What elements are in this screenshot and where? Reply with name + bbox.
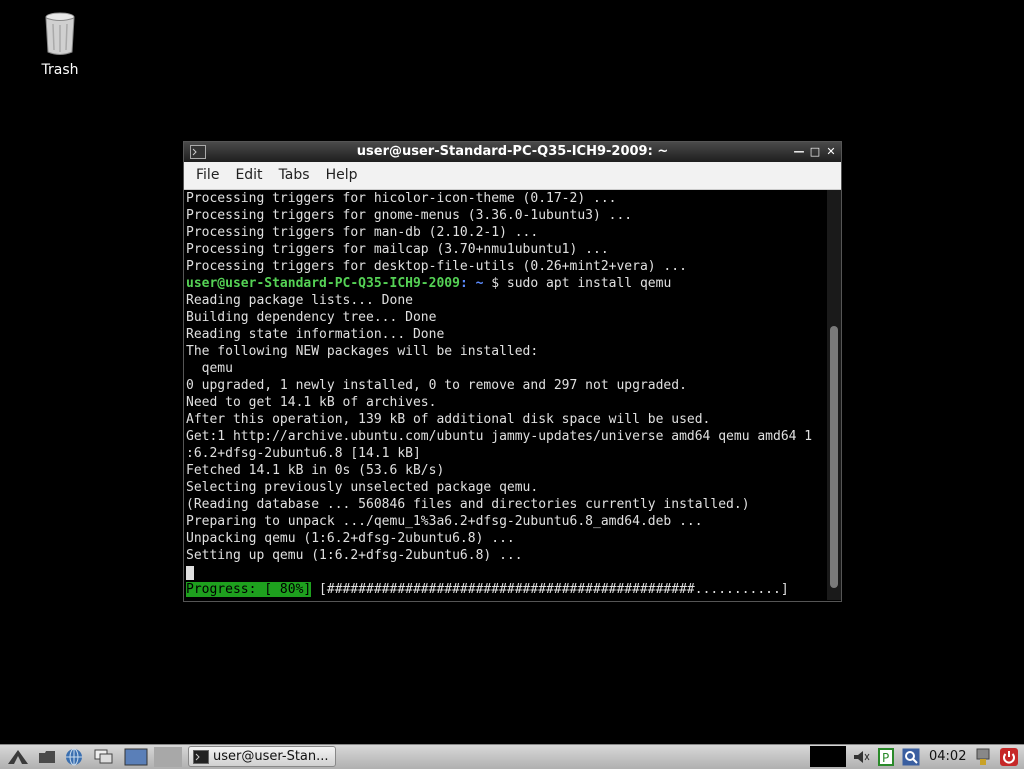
- cursor-line: [186, 564, 829, 581]
- window-switcher-button[interactable]: [92, 747, 116, 767]
- terminal-line: Processing triggers for man-db (2.10.2-1…: [186, 225, 539, 240]
- package-updates-button[interactable]: P: [876, 747, 896, 767]
- terminal-line: Preparing to unpack .../qemu_1%3a6.2+dfs…: [186, 514, 703, 529]
- terminal-line: Selecting previously unselected package …: [186, 480, 539, 495]
- taskbar-task-label: user@user-Stan...: [213, 749, 329, 764]
- prompt-user-host: user@user-Standard-PC-Q35-ICH9-2009: [186, 276, 460, 291]
- prompt-path: : ~: [459, 276, 484, 291]
- desktop-icon: [124, 748, 148, 766]
- logout-button[interactable]: [998, 747, 1020, 767]
- update-manager-icon: P: [878, 748, 894, 766]
- terminal-line: Processing triggers for desktop-file-uti…: [186, 259, 687, 274]
- minimize-button[interactable]: —: [791, 142, 807, 162]
- file-manager-button[interactable]: [36, 747, 58, 767]
- terminal-output[interactable]: Processing triggers for hicolor-icon-the…: [184, 190, 829, 600]
- terminal-scrollbar[interactable]: [827, 190, 841, 600]
- volume-button[interactable]: [850, 747, 872, 767]
- prompt-symbol: $: [483, 276, 507, 291]
- cpu-monitor-graph[interactable]: [810, 746, 846, 767]
- taskbar: user@user-Stan... P 04:02: [0, 744, 1024, 769]
- prompt-line: user@user-Standard-PC-Q35-ICH9-2009: ~ $…: [186, 275, 829, 292]
- taskbar-clock[interactable]: 04:02: [929, 745, 966, 769]
- scrollbar-thumb[interactable]: [830, 326, 838, 588]
- menu-edit[interactable]: Edit: [227, 162, 270, 189]
- terminal-line: Fetched 14.1 kB in 0s (53.6 kB/s): [186, 463, 445, 478]
- window-titlebar[interactable]: user@user-Standard-PC-Q35-ICH9-2009: ~ —…: [184, 142, 841, 162]
- terminal-app-icon: [190, 145, 206, 166]
- windows-icon: [94, 749, 113, 764]
- maximize-button[interactable]: □: [807, 142, 823, 162]
- lock-screen-icon: [976, 748, 990, 765]
- search-icon: [902, 748, 920, 766]
- trash-icon: [45, 12, 75, 55]
- terminal-line: The following NEW packages will be insta…: [186, 344, 539, 359]
- svg-text:P: P: [882, 751, 889, 765]
- terminal-line: Processing triggers for hicolor-icon-the…: [186, 191, 617, 206]
- progress-label: Progress: [ 80%]: [186, 582, 312, 597]
- terminal-line: Reading package lists... Done: [186, 293, 413, 308]
- web-browser-button[interactable]: [62, 747, 86, 767]
- terminal-line: 0 upgraded, 1 newly installed, 0 to remo…: [186, 378, 687, 393]
- terminal-line: After this operation, 139 kB of addition…: [186, 412, 711, 427]
- terminal-line: Unpacking qemu (1:6.2+dfsg-2ubuntu6.8) .…: [186, 531, 515, 546]
- screen-lock-button[interactable]: [972, 747, 994, 767]
- terminal-line: Get:1 http://archive.ubuntu.com/ubuntu j…: [186, 429, 813, 444]
- prompt-command: sudo apt install qemu: [506, 276, 672, 291]
- window-title: user@user-Standard-PC-Q35-ICH9-2009: ~: [356, 144, 669, 159]
- terminal-line: Reading state information... Done: [186, 327, 445, 342]
- terminal-line: Setting up qemu (1:6.2+dfsg-2ubuntu6.8) …: [186, 548, 523, 563]
- terminal-task-icon: [193, 749, 209, 764]
- desktop-icon-trash[interactable]: Trash: [30, 12, 90, 78]
- folder-icon: [39, 751, 55, 763]
- menu-tabs[interactable]: Tabs: [271, 162, 318, 189]
- workspace-switcher[interactable]: [154, 747, 182, 767]
- menu-file[interactable]: File: [188, 162, 227, 189]
- terminal-line: Processing triggers for gnome-menus (3.3…: [186, 208, 633, 223]
- text-cursor: [186, 565, 194, 580]
- start-menu-button[interactable]: [4, 747, 32, 767]
- progress-bar: [#######################################…: [311, 582, 789, 597]
- globe-icon: [66, 748, 82, 766]
- menu-bar: File Edit Tabs Help: [184, 162, 841, 190]
- taskbar-terminal-task[interactable]: user@user-Stan...: [188, 746, 336, 767]
- speaker-icon: [854, 751, 870, 763]
- terminal-line: Building dependency tree... Done: [186, 310, 437, 325]
- terminal-line: qemu: [186, 361, 233, 376]
- progress-line: Progress: [ 80%] [######################…: [186, 581, 789, 598]
- terminal-line: (Reading database ... 560846 files and d…: [186, 497, 750, 512]
- terminal-line: Processing triggers for mailcap (3.70+nm…: [186, 242, 609, 257]
- desktop-icon-label: Trash: [41, 62, 79, 78]
- terminal-line: Need to get 14.1 kB of archives.: [186, 395, 437, 410]
- power-icon: [1000, 748, 1018, 766]
- terminal-window[interactable]: user@user-Standard-PC-Q35-ICH9-2009: ~ —…: [183, 141, 842, 602]
- terminal-line: :6.2+dfsg-2ubuntu6.8 [14.1 kB]: [186, 446, 421, 461]
- close-button[interactable]: ✕: [823, 142, 839, 162]
- start-menu-icon: [8, 750, 28, 764]
- search-button[interactable]: [900, 747, 922, 767]
- show-desktop-button[interactable]: [122, 747, 150, 767]
- menu-help[interactable]: Help: [318, 162, 366, 189]
